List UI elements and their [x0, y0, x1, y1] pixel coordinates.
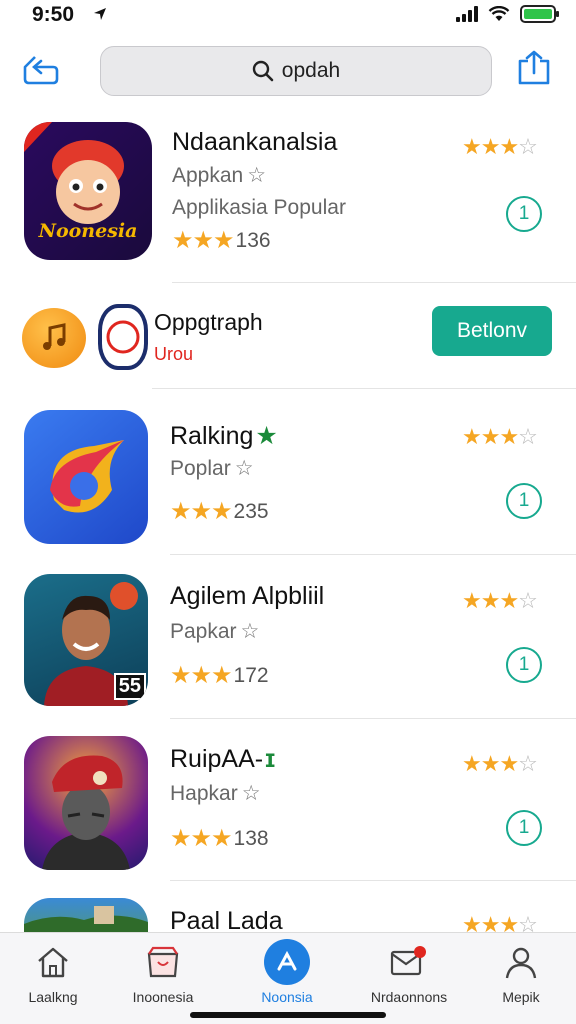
signal-icon	[456, 6, 478, 22]
compass-icon[interactable]	[98, 304, 148, 370]
home-icon	[30, 939, 76, 985]
divider	[172, 282, 576, 283]
rating-stars: ★★★	[170, 825, 233, 852]
status-bar: 9:50	[0, 0, 576, 30]
back-button[interactable]	[20, 52, 62, 88]
music-icon[interactable]	[22, 308, 86, 368]
promo-action-button[interactable]: Betlonv	[432, 306, 552, 356]
app-category: Applikasia Popular	[172, 196, 346, 219]
get-button[interactable]: 1	[506, 810, 542, 846]
tab-label: Inoonesia	[132, 989, 194, 1005]
app-icon-text: Noonesia	[38, 220, 138, 242]
tab-label: Mepik	[502, 989, 540, 1005]
rating-stars: ★★★☆	[462, 134, 538, 159]
tab-label: Noonsia	[261, 989, 313, 1005]
wifi-icon	[488, 6, 510, 21]
share-icon	[518, 50, 550, 85]
share-button[interactable]	[514, 48, 554, 88]
tab-label: Laalkng	[28, 989, 78, 1005]
app-icon[interactable]	[24, 736, 148, 870]
tab-noonsia[interactable]: Noonsia	[232, 939, 342, 1009]
divider	[170, 554, 576, 555]
app-subtitle: Hapkar ☆	[170, 782, 261, 805]
rating-stars: ★★★☆	[462, 751, 538, 776]
battery-icon	[520, 5, 559, 23]
search-input[interactable]: opdah	[100, 46, 492, 96]
get-button[interactable]: 1	[506, 196, 542, 232]
get-button[interactable]: 1	[506, 483, 542, 519]
tab-laalkng[interactable]: Laalkng	[0, 939, 108, 1009]
app-icon[interactable]	[24, 410, 148, 544]
app-subtitle: Papkar ☆	[170, 620, 260, 643]
promo-title[interactable]: Oppgtraph	[154, 309, 263, 336]
mail-icon	[386, 939, 432, 985]
app-icon-badge: 55	[113, 673, 146, 700]
tab-bar: Laalkng Inoonesia Noonsia Nrdaonnons Mep…	[0, 932, 576, 1024]
app-rating: ★★★ 235	[170, 498, 269, 525]
person-icon	[498, 939, 544, 985]
app-title[interactable]: RuipAA-ɪ	[170, 745, 275, 774]
app-title[interactable]: Ndaankanalsia	[172, 128, 337, 157]
rating-stars: ★★★☆	[462, 588, 538, 613]
tab-label: Nrdaonnons	[370, 989, 448, 1005]
app-icon[interactable]: Noonesia	[24, 122, 152, 260]
search-icon	[252, 60, 274, 82]
back-arrow-icon	[23, 56, 59, 85]
tab-inoonesia[interactable]: Inoonesia	[108, 939, 218, 1009]
app-store-icon	[264, 939, 310, 985]
swirl-logo-icon	[50, 440, 124, 513]
tab-nrdaonnons[interactable]: Nrdaonnons	[354, 939, 464, 1009]
app-title[interactable]: Ralking★	[170, 421, 278, 451]
divider	[170, 880, 576, 881]
app-subtitle: Appkan ☆	[172, 164, 267, 187]
divider	[170, 718, 576, 719]
app-subtitle: Poplar ☆	[170, 457, 254, 480]
app-rating: ★★★ 172	[170, 662, 269, 689]
search-query: opdah	[281, 59, 341, 82]
app-rating: ★★★ 136	[172, 227, 271, 254]
home-indicator	[190, 1012, 386, 1018]
top-bar: opdah	[0, 40, 576, 100]
soldier-portrait-icon	[42, 755, 130, 870]
promo-subtitle: Urou	[154, 344, 194, 364]
app-title[interactable]: Agilem Alpbliil	[170, 582, 324, 611]
rating-stars: ★★★	[172, 227, 235, 254]
app-icon[interactable]: 55	[24, 574, 148, 706]
status-time: 9:50	[32, 3, 75, 26]
divider	[152, 388, 576, 389]
store-icon	[140, 939, 186, 985]
rating-stars: ★★★☆	[462, 424, 538, 449]
get-button[interactable]: 1	[506, 647, 542, 683]
location-arrow-icon	[94, 8, 106, 20]
app-rating: ★★★ 138	[170, 825, 269, 852]
rating-stars: ★★★	[170, 498, 233, 525]
rating-stars: ★★★	[170, 662, 233, 689]
tab-mepik[interactable]: Mepik	[466, 939, 576, 1009]
